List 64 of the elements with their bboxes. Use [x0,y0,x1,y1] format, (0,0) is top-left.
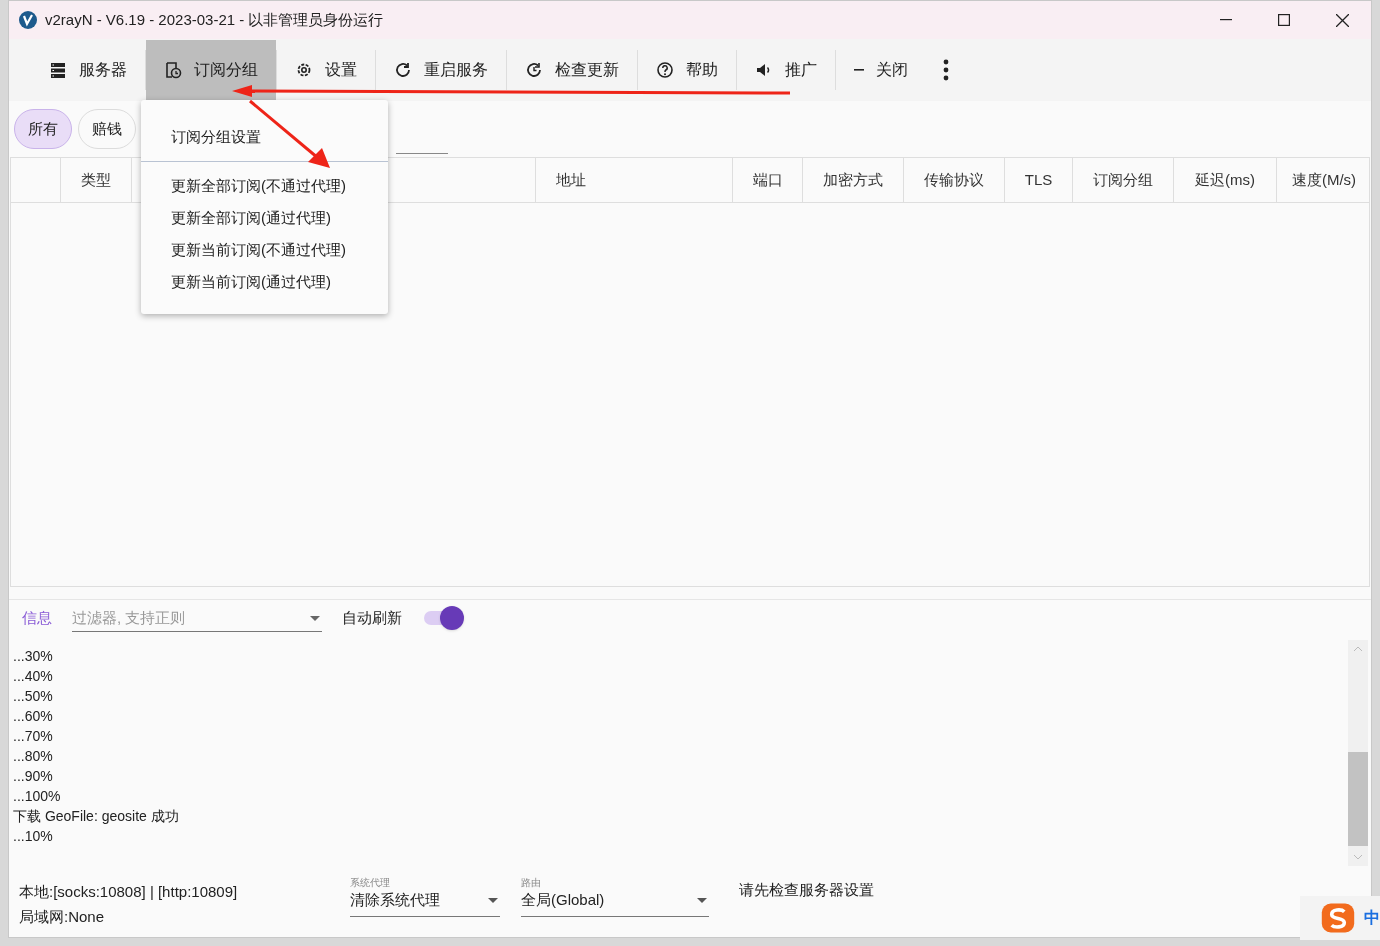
lan-text: 局域网:None [19,907,106,927]
local-ports-text: 本地:[socks:10808] | [http:10809] [19,882,239,902]
system-proxy-combo[interactable]: 系统代理 清除系统代理 [350,877,500,917]
toolbar-button[interactable]: 推广 [737,40,835,100]
log-line: ...80% [13,747,53,766]
help-icon [656,61,674,79]
minimize-icon [1220,19,1232,21]
column-header[interactable]: 延迟(ms) [1174,158,1277,202]
column-header[interactable]: 类型 [61,158,132,202]
toolbar-button[interactable]: 服务器 [31,40,145,100]
column-header[interactable]: 加密方式 [803,158,904,202]
log-line: 下载 GeoFile: geosite 成功 [13,807,179,826]
scroll-down-icon[interactable] [1353,854,1363,860]
column-header[interactable]: 订阅分组 [1073,158,1174,202]
settings-icon [295,61,313,79]
document-clock-icon [164,61,182,79]
scrollbar[interactable] [1348,640,1368,866]
auto-refresh-label: 自动刷新 [342,607,402,628]
auto-refresh-toggle[interactable] [424,606,464,630]
column-header[interactable]: 地址 [536,158,733,202]
maximize-icon [1278,14,1290,26]
log-line: ...60% [13,707,53,726]
log-line: ...100% [13,787,61,806]
column-header[interactable]: TLS [1005,158,1073,202]
column-header[interactable]: 速度(M/s) [1277,158,1371,202]
menu-item[interactable]: 订阅分组设置 [141,121,388,153]
log-line: ...10% [13,827,53,846]
toolbar-button[interactable]: 重启服务 [376,40,506,100]
toolbar-button[interactable]: 关闭 [836,40,926,100]
log-line: ...90% [13,767,53,786]
dropdown-caret-icon [488,897,498,903]
column-header[interactable]: 端口 [733,158,803,202]
scroll-up-icon[interactable] [1353,646,1363,652]
more-icon [943,59,949,81]
log-line: ...70% [13,727,53,746]
toolbar-button[interactable]: 设置 [277,40,375,100]
filter-chip[interactable]: 所有 [14,109,72,149]
window-title: v2rayN - V6.19 - 2023-03-21 - 以非管理员身份运行 [45,9,384,30]
status-message: 请先检查服务器设置 [739,880,874,900]
server-icon [49,61,67,79]
menu-item[interactable]: 更新全部订阅(通过代理) [141,202,388,234]
menu-item[interactable]: 更新当前订阅(不通过代理) [141,234,388,266]
log-line: ...30% [13,647,53,666]
menu-item[interactable]: 更新当前订阅(通过代理) [141,266,388,298]
scroll-thumb[interactable] [1348,752,1368,846]
log-tab[interactable]: 信息 [22,606,56,630]
column-header[interactable]: 传输协议 [904,158,1005,202]
ime-indicator[interactable]: 中 [1300,896,1380,940]
toolbar-button[interactable]: 检查更新 [507,40,637,100]
toolbar-button[interactable]: 订阅分组 [146,40,276,100]
update-icon [525,61,543,79]
app-logo-icon [19,11,37,29]
dropdown-caret-icon [310,616,320,621]
log-line: ...50% [13,687,53,706]
minus-icon [854,69,864,71]
log-line: ...40% [13,667,53,686]
routing-combo[interactable]: 路由 全局(Global) [521,877,709,917]
toolbar-button[interactable]: 帮助 [638,40,736,100]
menu-item[interactable]: 更新全部订阅(不通过代理) [141,170,388,202]
filter-chip[interactable]: 赔钱 [78,109,136,149]
filter-field[interactable]: 过滤器, 支持正则 [72,604,322,632]
refresh-icon [394,61,412,79]
dropdown-caret-icon [697,897,707,903]
close-icon [1335,13,1349,27]
